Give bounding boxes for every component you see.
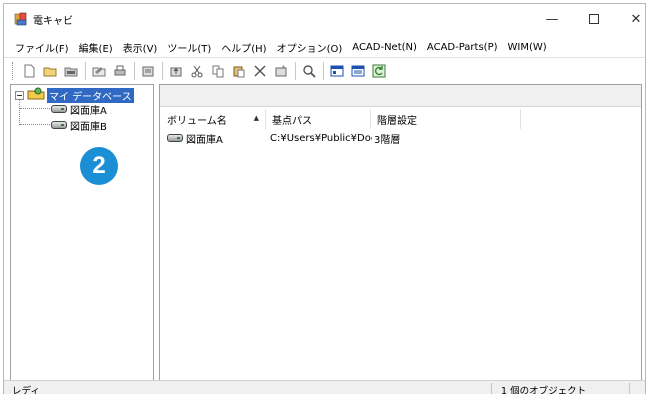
tree-connector bbox=[20, 108, 50, 109]
sort-ascending-icon: ▲ bbox=[253, 114, 259, 122]
open-folder-icon[interactable] bbox=[89, 61, 109, 81]
list-row[interactable]: 図面庫A C:¥Users¥Public¥Docu 3階層 bbox=[161, 130, 452, 146]
open-icon[interactable] bbox=[40, 61, 60, 81]
database-icon bbox=[27, 87, 45, 103]
folder-icon[interactable] bbox=[61, 61, 81, 81]
toolbar-separator bbox=[85, 61, 86, 80]
drive-icon bbox=[51, 105, 67, 113]
tree-item-label: 図面庫B bbox=[70, 121, 107, 133]
app-icon bbox=[14, 12, 28, 26]
close-icon: ✕ bbox=[630, 11, 642, 27]
register-icon[interactable] bbox=[271, 61, 291, 81]
view-icon[interactable] bbox=[327, 61, 347, 81]
title-bar: 電キャビ — ✕ bbox=[4, 4, 645, 34]
menu-view[interactable]: 表示(V) bbox=[118, 40, 163, 55]
menu-wim[interactable]: WIM(W) bbox=[503, 42, 552, 53]
object-count: 1 個のオブジェクト bbox=[501, 386, 587, 394]
tree-connector bbox=[20, 124, 50, 125]
toolbar-separator bbox=[323, 61, 324, 80]
menu-bar: ファイル(F) 編集(E) 表示(V) ツール(T) ヘルプ(H) オプション(… bbox=[4, 38, 552, 56]
status-bar: レディ 1 個のオブジェクト bbox=[4, 380, 645, 394]
paste-icon[interactable] bbox=[229, 61, 249, 81]
step-badge: 2 bbox=[80, 147, 118, 185]
cell-text: C:¥Users¥Public¥Docu bbox=[270, 132, 372, 144]
menu-acad-net[interactable]: ACAD-Net(N) bbox=[347, 42, 422, 53]
maximize-button[interactable] bbox=[579, 8, 609, 30]
list-pane-header-strip bbox=[160, 85, 641, 107]
tree-item-label: 図面庫A bbox=[70, 105, 107, 117]
minimize-button[interactable]: — bbox=[537, 8, 567, 30]
tree-item-b[interactable]: 図面庫B bbox=[51, 118, 107, 133]
cell-level: 3階層 bbox=[372, 130, 452, 146]
refresh-icon[interactable] bbox=[369, 61, 389, 81]
tree-root[interactable]: マイ データベース bbox=[27, 87, 134, 103]
column-volume-name[interactable]: ボリューム名 ▲ bbox=[161, 109, 266, 129]
new-icon[interactable] bbox=[19, 61, 39, 81]
close-button[interactable]: ✕ bbox=[621, 8, 648, 30]
tree-item-a[interactable]: 図面庫A bbox=[51, 102, 107, 117]
column-label: 基点パス bbox=[272, 115, 312, 127]
minimize-icon: — bbox=[545, 11, 559, 27]
column-level[interactable]: 階層設定 bbox=[371, 109, 521, 129]
search-icon[interactable] bbox=[299, 61, 319, 81]
toolbar-separator bbox=[134, 61, 135, 80]
cell-base-path: C:¥Users¥Public¥Docu bbox=[266, 130, 372, 146]
cell-text: 図面庫A bbox=[186, 134, 223, 146]
menu-tools[interactable]: ツール(T) bbox=[162, 40, 216, 55]
tree-pane[interactable]: マイ データベース 図面庫A 図面庫B bbox=[10, 84, 154, 381]
drive-icon bbox=[167, 134, 183, 142]
status-text: レディ bbox=[12, 386, 40, 394]
tree-root-label: マイ データベース bbox=[47, 87, 134, 103]
upload-icon[interactable] bbox=[166, 61, 186, 81]
cell-text: 3階層 bbox=[374, 134, 401, 146]
menu-help[interactable]: ヘルプ(H) bbox=[216, 40, 271, 55]
menu-edit[interactable]: 編集(E) bbox=[74, 40, 118, 55]
list-header: ボリューム名 ▲ 基点パス 階層設定 bbox=[161, 109, 521, 129]
cut-icon[interactable] bbox=[187, 61, 207, 81]
column-label: 階層設定 bbox=[377, 115, 417, 127]
list-pane[interactable]: ボリューム名 ▲ 基点パス 階層設定 図面庫A C:¥Users¥Public¥… bbox=[159, 84, 642, 381]
window-title: 電キャビ bbox=[33, 16, 73, 27]
toolbar-separator bbox=[162, 61, 163, 80]
app-window: 電キャビ — ✕ ファイル(F) 編集(E) 表示(V) ツール(T) ヘルプ(… bbox=[3, 3, 646, 394]
status-divider bbox=[629, 383, 630, 394]
toolbar bbox=[4, 57, 645, 83]
toolbar-separator bbox=[295, 61, 296, 80]
column-base-path[interactable]: 基点パス bbox=[266, 109, 371, 129]
menu-options[interactable]: オプション(O) bbox=[272, 40, 348, 55]
column-label: ボリューム名 bbox=[167, 115, 227, 127]
drive-icon bbox=[51, 121, 67, 129]
menu-acad-parts[interactable]: ACAD-Parts(P) bbox=[422, 42, 503, 53]
status-divider bbox=[491, 383, 492, 394]
cell-volume-name: 図面庫A bbox=[161, 130, 266, 146]
properties-icon[interactable] bbox=[138, 61, 158, 81]
delete-icon[interactable] bbox=[250, 61, 270, 81]
maximize-icon bbox=[589, 14, 599, 24]
collapse-toggle[interactable] bbox=[15, 91, 24, 100]
print-icon[interactable] bbox=[110, 61, 130, 81]
tree-connector bbox=[19, 100, 20, 125]
menu-file[interactable]: ファイル(F) bbox=[10, 40, 74, 55]
list-view-icon[interactable] bbox=[348, 61, 368, 81]
toolbar-grip[interactable] bbox=[12, 61, 15, 80]
copy-icon[interactable] bbox=[208, 61, 228, 81]
